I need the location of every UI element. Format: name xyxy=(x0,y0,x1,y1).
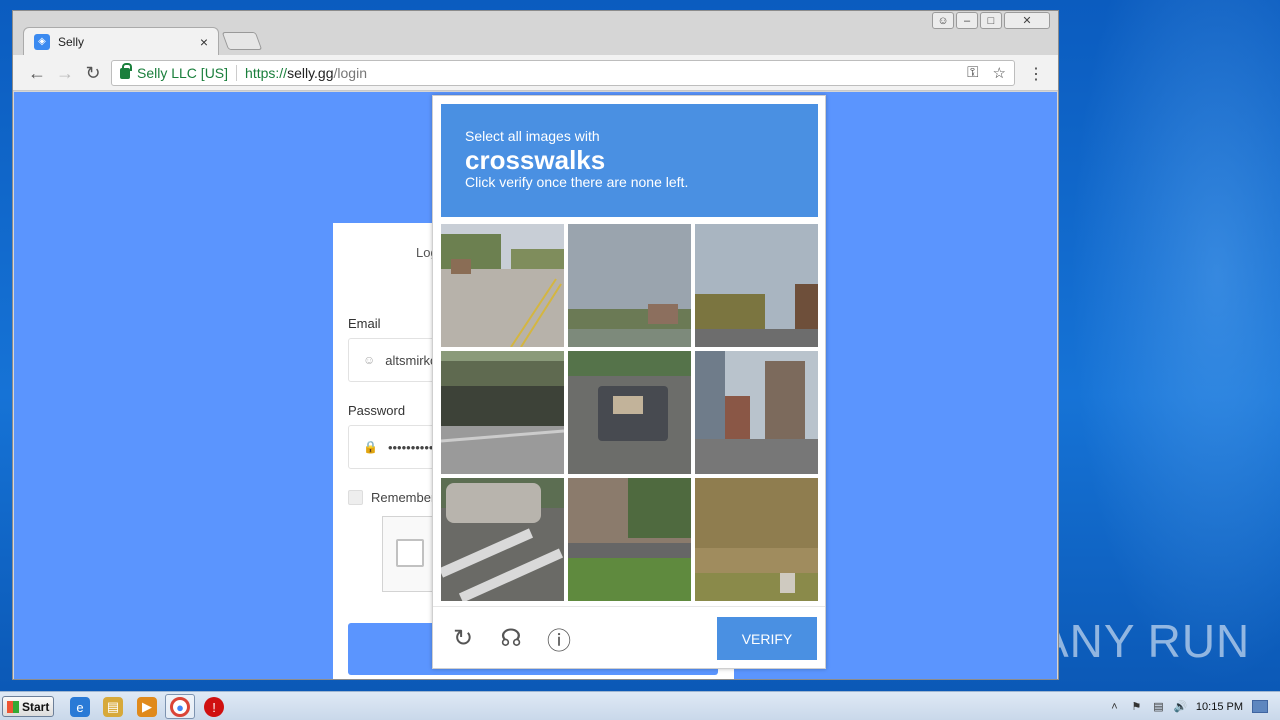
media-player-icon[interactable]: ▶ xyxy=(137,697,157,717)
captcha-tile[interactable] xyxy=(695,478,818,601)
remember-me[interactable]: Remember xyxy=(348,490,435,505)
desktop-background xyxy=(1070,0,1280,690)
window-controls: ☺ – □ ✕ xyxy=(932,12,1050,29)
street-photo xyxy=(441,478,564,601)
star-icon[interactable]: ☆ xyxy=(993,64,1006,82)
flag-icon[interactable]: ⚑ xyxy=(1130,700,1143,713)
lock-icon: 🔒 xyxy=(363,440,378,454)
minimize-button[interactable]: – xyxy=(956,12,978,29)
user-icon: ☺ xyxy=(363,353,376,367)
remember-label: Remember xyxy=(371,490,436,505)
windows-logo-icon xyxy=(7,700,19,713)
street-photo xyxy=(441,224,564,347)
captcha-target-word: crosswalks xyxy=(465,145,606,175)
new-tab-button[interactable] xyxy=(221,32,263,50)
close-window-button[interactable]: ✕ xyxy=(1004,12,1050,29)
headphones-icon[interactable]: ☊ xyxy=(496,623,526,653)
info-icon[interactable]: ⓘ xyxy=(544,623,574,655)
url-scheme: https:// xyxy=(245,65,288,81)
captcha-instruction: Select all images with xyxy=(465,128,600,144)
street-photo xyxy=(695,224,818,347)
start-label: Start xyxy=(22,699,50,714)
street-photo xyxy=(568,478,691,601)
url-path: /login xyxy=(333,65,367,81)
captcha-hint: Click verify once there are none left. xyxy=(465,174,689,190)
back-arrow-icon[interactable]: ← xyxy=(25,61,49,85)
captcha-tile[interactable] xyxy=(568,478,691,601)
street-photo xyxy=(568,351,691,474)
email-value: altsmirkc xyxy=(385,352,437,368)
show-desktop-icon[interactable] xyxy=(1252,700,1268,713)
captcha-challenge: Select all images with crosswalks Click … xyxy=(432,95,826,669)
url-host: selly.gg xyxy=(287,65,334,81)
system-tray: ˄ ⚑ ▤ 🔊 10:15 PM xyxy=(1108,694,1280,719)
menu-dots-icon[interactable]: ⋮ xyxy=(1028,64,1044,84)
site-identity[interactable]: Selly LLC [US] xyxy=(137,65,228,81)
captcha-tile[interactable] xyxy=(568,224,691,347)
chrome-icon: ● xyxy=(170,697,190,717)
verify-button[interactable]: VERIFY xyxy=(717,617,817,660)
captcha-tile[interactable] xyxy=(441,351,564,474)
omnibox-separator xyxy=(236,65,238,81)
refresh-icon[interactable]: ↻ xyxy=(448,623,478,653)
clock[interactable]: 10:15 PM xyxy=(1196,701,1243,713)
captcha-footer: ↻ ☊ ⓘ VERIFY xyxy=(433,606,825,668)
key-icon[interactable]: ⚿ xyxy=(967,64,978,82)
lock-icon xyxy=(120,62,132,79)
network-icon[interactable]: ▤ xyxy=(1152,700,1165,713)
reload-icon[interactable]: ↻ xyxy=(81,61,105,85)
taskbar: Start e ▤ ▶ ● ! ˄ ⚑ ▤ 🔊 10:15 PM xyxy=(0,691,1280,720)
explorer-icon[interactable]: ▤ xyxy=(103,697,123,717)
user-icon[interactable]: ☺ xyxy=(932,12,954,29)
captcha-tile[interactable] xyxy=(441,224,564,347)
ie-icon[interactable]: e xyxy=(70,697,90,717)
email-label: Email xyxy=(348,316,381,331)
password-label: Password xyxy=(348,403,406,418)
tab-title: Selly xyxy=(58,34,85,49)
show-hidden-icons-icon[interactable]: ˄ xyxy=(1108,700,1121,713)
recaptcha-checkbox[interactable] xyxy=(396,539,424,567)
tab-close-icon[interactable]: × xyxy=(200,34,208,50)
browser-tab[interactable]: ◈ Selly × xyxy=(23,27,219,55)
street-photo xyxy=(568,224,691,347)
street-photo xyxy=(695,351,818,474)
browser-toolbar: ← → ↻ Selly LLC [US] https:// selly.gg /… xyxy=(13,55,1058,91)
remember-checkbox[interactable] xyxy=(348,490,363,505)
start-button[interactable]: Start xyxy=(2,696,54,717)
captcha-tile[interactable] xyxy=(441,478,564,601)
anyrun-watermark: ANY RUN xyxy=(1038,615,1251,667)
volume-icon[interactable]: 🔊 xyxy=(1174,700,1188,713)
opera-icon[interactable]: ! xyxy=(204,697,224,717)
captcha-tile[interactable] xyxy=(568,351,691,474)
street-photo xyxy=(695,478,818,601)
maximize-button[interactable]: □ xyxy=(980,12,1002,29)
captcha-tile[interactable] xyxy=(695,224,818,347)
address-bar[interactable]: Selly LLC [US] https:// selly.gg /login … xyxy=(111,60,1015,86)
password-value: ••••••••••• xyxy=(387,439,439,455)
captcha-tile[interactable] xyxy=(695,351,818,474)
captcha-header: Select all images with crosswalks Click … xyxy=(441,104,818,217)
forward-arrow-icon[interactable]: → xyxy=(53,61,77,85)
captcha-image-grid xyxy=(441,224,818,601)
selly-favicon-icon: ◈ xyxy=(34,33,50,50)
street-photo xyxy=(441,351,564,474)
